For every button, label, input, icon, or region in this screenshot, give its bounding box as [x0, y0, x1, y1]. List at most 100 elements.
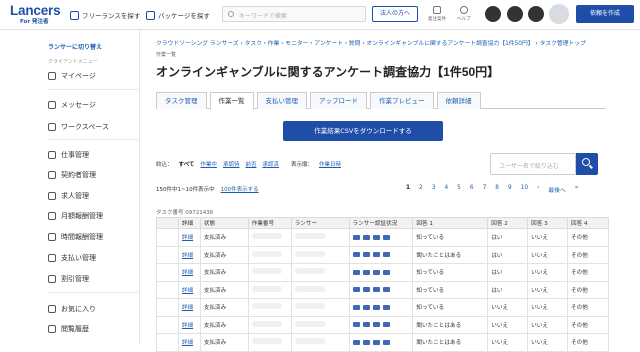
keyword-search-input[interactable]: キーワードで検索 [222, 6, 366, 22]
page-1[interactable]: 1 [406, 185, 410, 194]
page-10[interactable]: 10 [521, 185, 528, 194]
sidebar-item-message[interactable]: メッセージ [48, 100, 96, 110]
sidebar-item-favorites[interactable]: お気に入り [48, 304, 96, 314]
answer-3-cell: いいえ [527, 245, 569, 264]
verification-icons [348, 245, 414, 264]
corporate-button[interactable]: 法人の方へ [372, 6, 418, 22]
verification-icon [352, 304, 360, 310]
answer-2-cell: いいえ [487, 333, 529, 352]
sidebar-item-label: 閲覧履歴 [61, 325, 89, 333]
result-count: 150件中1~10件表示中 100件表示する [156, 185, 259, 193]
filter-approved[interactable]: 承認済 [262, 160, 279, 168]
verification-icons [348, 333, 414, 352]
lancers-logo[interactable]: Lancers [10, 3, 61, 18]
tab-request-details[interactable]: 依頼詳細 [436, 92, 481, 109]
page-9[interactable]: 9 [508, 185, 512, 194]
work-number-cell [247, 333, 292, 352]
sidebar-item-jobs[interactable]: 仕事管理 [48, 150, 89, 160]
last-page[interactable]: 最後へ [548, 185, 565, 194]
nav-find-package[interactable]: パッケージを探す [146, 10, 210, 20]
help-label: ヘルプ [457, 17, 471, 22]
detail-link[interactable]: 詳細 [177, 228, 201, 247]
detail-link[interactable]: 詳細 [177, 245, 201, 264]
page-7[interactable]: 7 [483, 185, 487, 194]
sort-option[interactable]: 作業日時 [319, 160, 341, 168]
verification-icon [362, 252, 370, 258]
detail-link[interactable]: 詳細 [177, 315, 201, 334]
verification-icons [348, 298, 414, 317]
verification-icon [362, 269, 370, 275]
sidebar-item-contractors[interactable]: 契約者管理 [48, 170, 96, 180]
page-8[interactable]: 8 [495, 185, 499, 194]
sidebar-item-mypage[interactable]: マイページ [48, 71, 96, 81]
help-link[interactable]: ヘルプ [457, 6, 471, 22]
filter-all[interactable]: すべて [179, 160, 195, 168]
avatar[interactable] [549, 4, 569, 24]
sidebar-item-hourly[interactable]: 時間報酬管理 [48, 232, 103, 242]
page-4[interactable]: 4 [444, 185, 448, 194]
create-request-button[interactable]: 依頼を作成 [576, 5, 634, 23]
filter-awaiting-approval[interactable]: 承認待 [223, 160, 240, 168]
sidebar-item-monthly[interactable]: 月額報酬管理 [48, 211, 103, 221]
detail-link[interactable]: 詳細 [177, 280, 201, 299]
ordered-jobs-link[interactable]: 発注案件 [428, 6, 446, 22]
redacted-value [294, 338, 325, 345]
clipboard-icon[interactable] [528, 6, 544, 22]
tab-payment[interactable]: 支払い管理 [256, 92, 307, 109]
payment-icon [48, 254, 56, 262]
detail-link[interactable]: 詳細 [177, 298, 201, 317]
calendar-icon [48, 212, 56, 220]
sidebar-item-history[interactable]: 閲覧履歴 [48, 324, 89, 334]
sidebar-item-workspace[interactable]: ワークスペース [48, 122, 109, 132]
answer-4-cell: その他 [567, 280, 609, 299]
answer-3-cell: いいえ [527, 298, 569, 317]
answer-3-cell: いいえ [527, 228, 569, 247]
page-5[interactable]: 5 [457, 185, 461, 194]
tab-task-management[interactable]: タスク管理 [156, 92, 207, 109]
redacted-value [251, 268, 282, 275]
lancer-cell [290, 298, 350, 317]
sidebar-item-label: 割引管理 [61, 275, 89, 283]
tab-upload[interactable]: アップロード [310, 92, 367, 109]
contract-icon [48, 171, 56, 179]
verification-icon [362, 287, 370, 293]
sidebar-item-discounts[interactable]: 割引管理 [48, 274, 89, 284]
sidebar-item-recruit[interactable]: 求人管理 [48, 191, 89, 201]
filter-in-progress[interactable]: 作業中 [200, 160, 217, 168]
table-row: 詳細 支払済み 聞いたことはある はい いいえ その他 [156, 245, 609, 264]
lancer-cell [290, 333, 350, 352]
page-3[interactable]: 3 [432, 185, 436, 194]
answer-1-cell: 知っている [412, 263, 489, 282]
next-page[interactable]: › [537, 185, 539, 194]
filter-rejected[interactable]: 前否 [245, 160, 256, 168]
last-page-arrow[interactable]: » [575, 185, 579, 194]
show-100-link[interactable]: 100件表示する [221, 185, 259, 193]
nav-find-freelancer[interactable]: フリーランスを探す [70, 10, 140, 20]
sidebar-item-payments[interactable]: 支払い管理 [48, 253, 96, 263]
page-6[interactable]: 6 [470, 185, 474, 194]
col-header: ランサー認証状況 [348, 217, 414, 229]
sidebar-item-label: ワークスペース [61, 123, 109, 131]
tab-preview[interactable]: 作業プレビュー [370, 92, 434, 109]
verification-icon [352, 269, 360, 275]
switch-to-lancer-link[interactable]: ランサーに切り替え [48, 42, 102, 51]
sidebar-item-label: 支払い管理 [61, 254, 96, 262]
answer-4-cell: その他 [567, 228, 609, 247]
detail-link[interactable]: 詳細 [177, 333, 201, 352]
detail-link[interactable]: 詳細 [177, 263, 201, 282]
row-checkbox [156, 245, 179, 264]
work-number-cell [247, 228, 292, 247]
verification-icon-group [352, 252, 410, 258]
tab-work-list[interactable]: 作業一覧 [209, 92, 254, 110]
page-2[interactable]: 2 [419, 185, 423, 194]
mail-icon[interactable] [507, 6, 523, 22]
user-search-button[interactable] [576, 153, 598, 175]
download-csv-button[interactable]: 作業結果CSVをダウンロードする [283, 121, 443, 141]
redacted-value [294, 250, 325, 257]
col-header: 回答 2 [487, 217, 529, 229]
sidebar-divider [48, 139, 140, 140]
verification-icon-group [352, 287, 410, 293]
breadcrumb[interactable]: クラウドソーシング ランサーズ › タスク・作業 › モニター・アンケート・質問… [156, 38, 640, 47]
user-search-input[interactable]: ユーザー名で絞り込む [490, 153, 576, 175]
bell-icon[interactable] [485, 6, 501, 22]
